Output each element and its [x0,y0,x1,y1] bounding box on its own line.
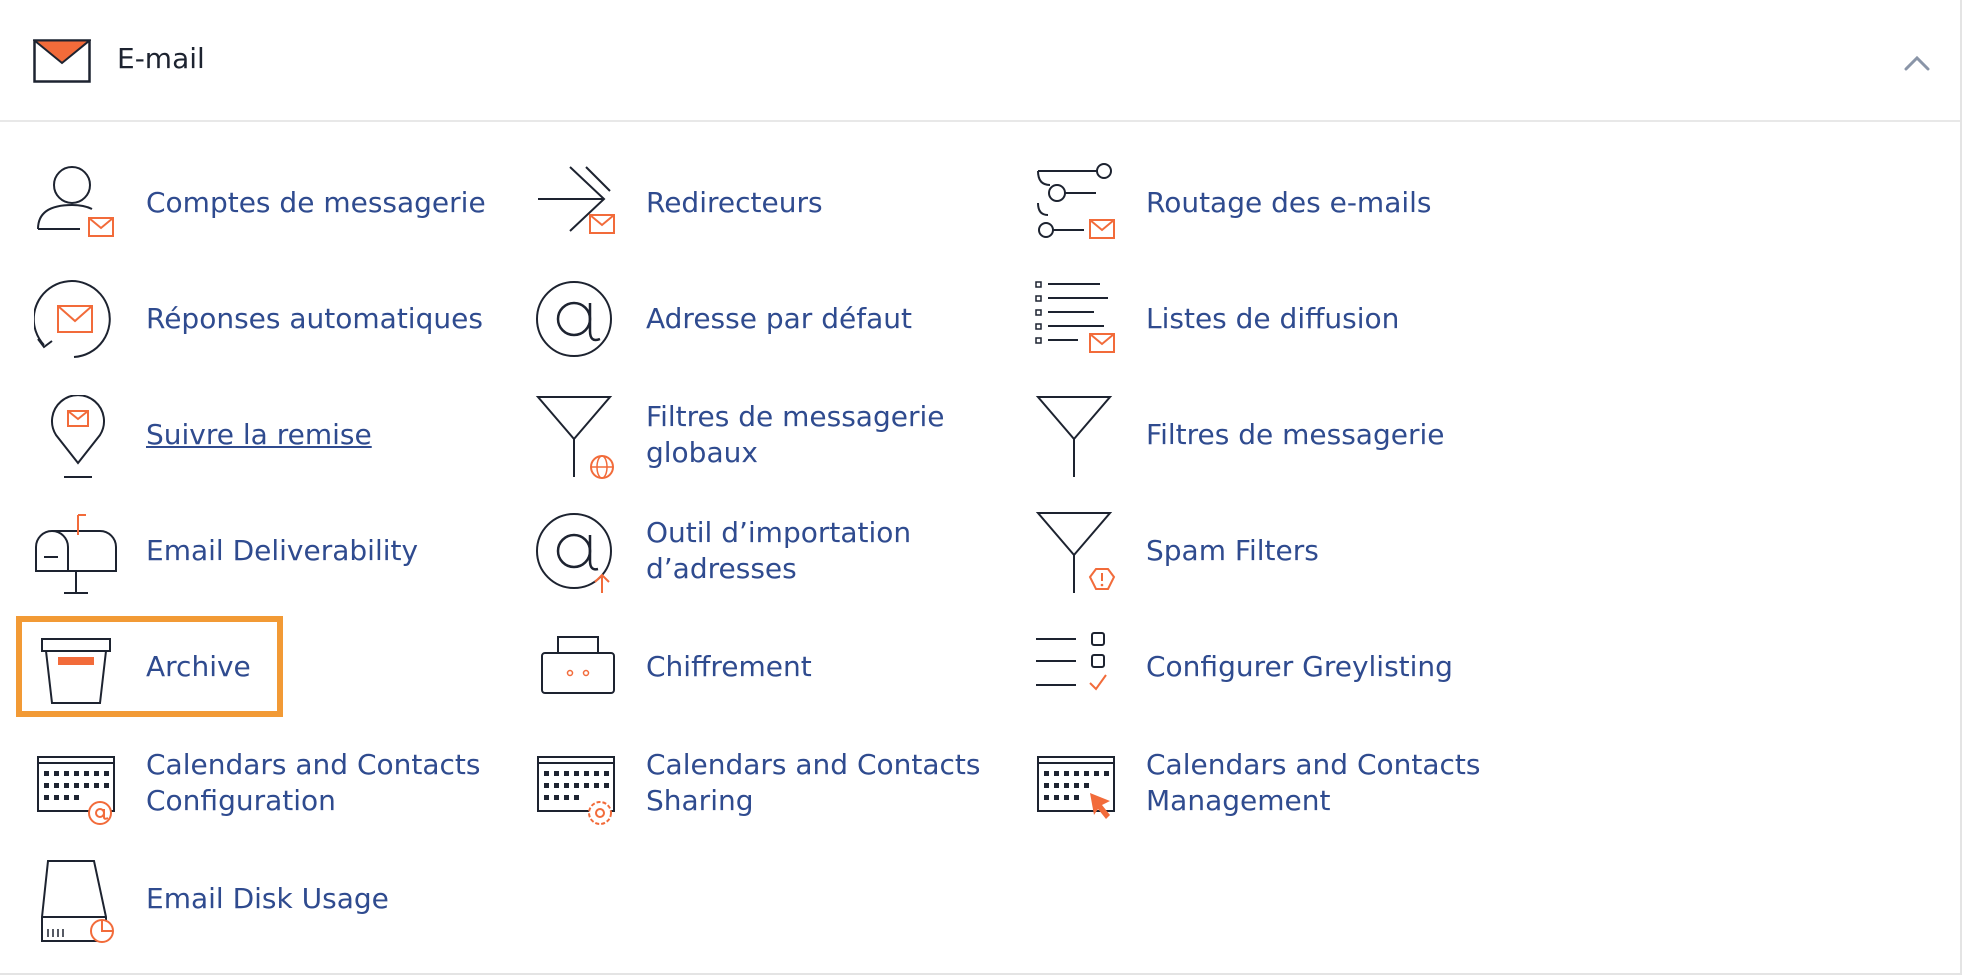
archive-box-icon [41,638,111,704]
encryption-link[interactable]: Chiffrement [534,612,984,722]
filter-globe-icon [535,396,614,479]
track-delivery-label: Suivre la remise [146,418,372,451]
mailing-lists-link[interactable]: Listes de diffusion [1034,264,1514,374]
email-section-panel: E-mail Comptes de messagerie Redirecteur… [0,0,1962,975]
spam-filters-link[interactable]: Spam Filters [1034,496,1514,606]
default-address-label: Adresse par défaut [646,302,912,335]
checklist-icon [1036,632,1107,691]
location-pin-mail-icon [51,395,105,478]
filter-alert-icon [1035,512,1116,593]
at-upload-icon [536,513,612,593]
email-filters-label: Filtres de messagerie [1146,418,1445,451]
email-routing-link[interactable]: Routage des e-mails [1034,148,1514,258]
email-disk-usage-label: Email Disk Usage [146,882,389,915]
global-filters-link[interactable]: Filtres de messagerie globaux [534,380,984,490]
email-accounts-link[interactable]: Comptes de messagerie [34,148,486,258]
user-mail-icon [37,166,114,237]
email-routing-label: Routage des e-mails [1146,186,1432,219]
routing-icon [1037,163,1115,239]
greylisting-label: Configurer Greylisting [1146,650,1453,683]
encryption-label: Chiffrement [646,650,812,683]
calendars-config-label: Calendars and Contacts Configuration [146,748,481,817]
envelope-icon [33,39,91,83]
section-header[interactable]: E-mail [0,0,1960,122]
default-address-link[interactable]: Adresse par défaut [534,264,984,374]
forwarders-link[interactable]: Redirecteurs [534,148,984,258]
calendars-management-label: Calendars and Contacts Management [1146,748,1481,817]
address-importer-label: Outil d’importation d’adresses [646,516,912,585]
calendar-at-icon [37,756,115,825]
mailing-lists-label: Listes de diffusion [1146,302,1400,335]
section-title: E-mail [117,42,205,75]
at-sign-icon [536,281,612,357]
autoresponder-icon [34,280,111,358]
email-deliverability-label: Email Deliverability [146,534,419,567]
calendars-sharing-link[interactable]: Calendars and Contacts Sharing [534,728,984,838]
archive-label: Archive [146,650,251,683]
calendar-cursor-icon [1037,756,1115,819]
forward-arrow-icon [538,166,615,234]
autoresponders-link[interactable]: Réponses automatiques [34,264,484,374]
chevron-up-icon[interactable] [1900,46,1934,80]
email-deliverability-link[interactable]: Email Deliverability [34,496,484,606]
track-delivery-link[interactable]: Suivre la remise [34,380,484,490]
mailbox-icon [35,514,117,594]
filter-icon [1035,396,1113,477]
padlock-icon [541,636,615,694]
autoresponders-label: Réponses automatiques [146,302,483,335]
global-filters-label: Filtres de messagerie globaux [646,400,945,469]
calendar-gear-icon [537,756,615,825]
forwarders-label: Redirecteurs [646,186,823,219]
list-mail-icon [1035,281,1115,353]
calendars-sharing-label: Calendars and Contacts Sharing [646,748,981,817]
email-disk-usage-link[interactable]: Email Disk Usage [34,844,484,954]
archive-link[interactable]: Archive [34,612,274,722]
email-accounts-label: Comptes de messagerie [146,186,486,219]
calendars-config-link[interactable]: Calendars and Contacts Configuration [34,728,484,838]
address-importer-link[interactable]: Outil d’importation d’adresses [534,496,984,606]
spam-filters-label: Spam Filters [1146,534,1319,567]
calendars-management-link[interactable]: Calendars and Contacts Management [1034,728,1514,838]
disk-pie-icon [41,860,114,943]
email-filters-link[interactable]: Filtres de messagerie [1034,380,1514,490]
greylisting-link[interactable]: Configurer Greylisting [1034,612,1514,722]
